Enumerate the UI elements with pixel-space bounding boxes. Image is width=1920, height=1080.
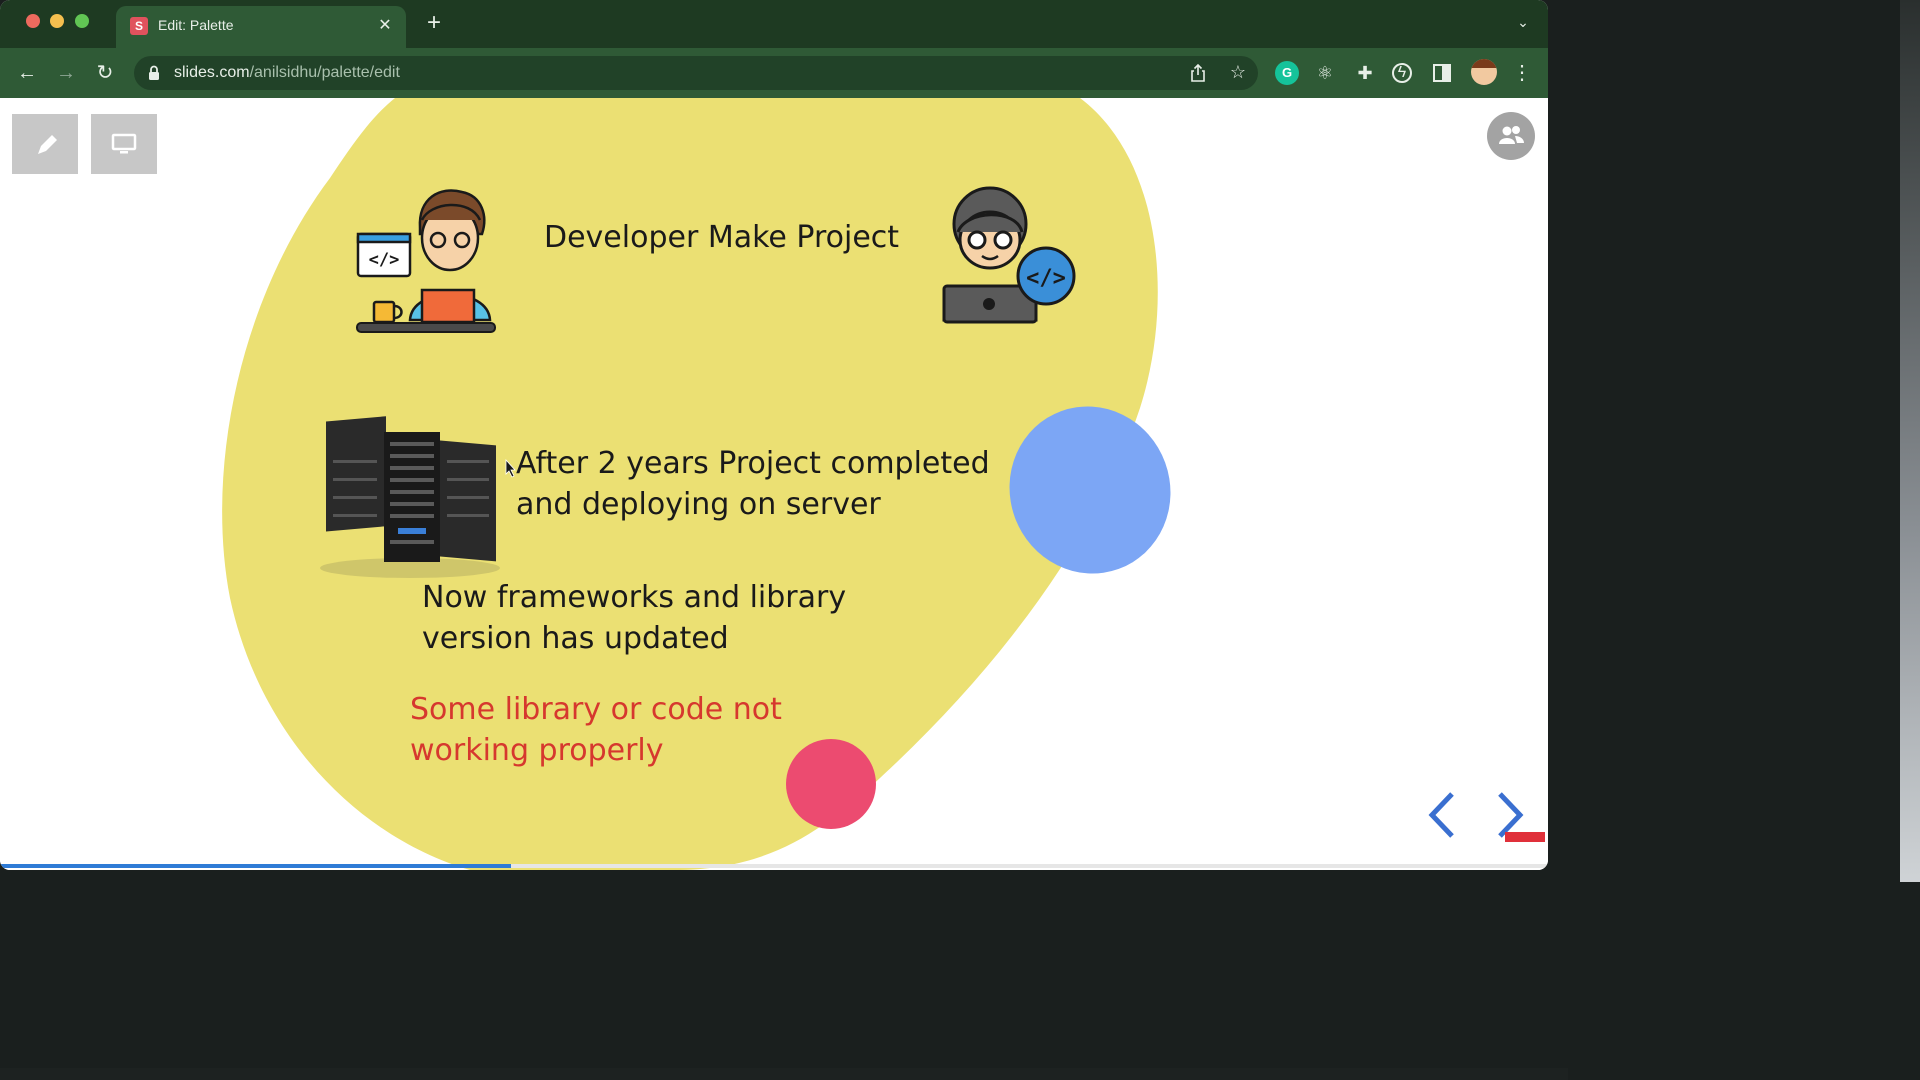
desktop-dock-edge (0, 1068, 1568, 1080)
browser-toolbar: ← → ↻ slides.com/anilsidhu/palette/edit … (0, 48, 1548, 98)
updated-text-line-1: Now frameworks and library (422, 580, 847, 615)
svg-text:</>: </> (1026, 266, 1066, 291)
desktop-background (1900, 0, 1920, 882)
edit-mode-button[interactable] (12, 114, 78, 174)
url-domain: slides.com (174, 64, 250, 81)
browser-tab[interactable]: S Edit: Palette ✕ (116, 6, 406, 48)
slide-progress-fill (0, 864, 511, 868)
forward-button[interactable]: → (53, 60, 79, 86)
url-path: /anilsidhu/palette/edit (249, 64, 400, 81)
deploy-text-line-2: and deploying on server (516, 487, 881, 522)
new-tab-button[interactable]: + (422, 11, 446, 36)
updated-text-line-2: version has updated (422, 621, 729, 656)
browser-window: S Edit: Palette ✕ + ⌄ ← → ↻ slides.com/a… (0, 0, 1548, 870)
present-mode-button[interactable] (91, 114, 157, 174)
share-icon[interactable] (1188, 63, 1208, 83)
previous-slide-arrow-icon[interactable] (1424, 790, 1460, 840)
slides-editor-canvas: </> </> Developer Make Project After 2 y… (0, 98, 1548, 870)
slide-heading: Developer Make Project (544, 220, 900, 255)
tab-close-icon[interactable]: ✕ (374, 15, 396, 37)
tab-search-chevron-icon[interactable]: ⌄ (1514, 14, 1532, 32)
svg-text:</>: </> (369, 250, 400, 270)
url-text: slides.com/anilsidhu/palette/edit (174, 64, 400, 82)
browser-menu-icon[interactable]: ⋮ (1512, 61, 1532, 85)
tab-strip: S Edit: Palette ✕ + ⌄ (0, 0, 1548, 48)
profile-avatar[interactable] (1471, 59, 1497, 85)
lock-icon (149, 65, 159, 80)
collaborators-button[interactable] (1487, 112, 1535, 160)
tab-favicon-icon: S (130, 17, 148, 35)
pencil-icon (38, 135, 57, 154)
deploy-text-line-1: After 2 years Project completed (516, 446, 990, 481)
slide-progress-bar (0, 864, 1548, 868)
grammarly-extension-icon[interactable]: G (1275, 61, 1299, 85)
react-devtools-extension-icon[interactable]: ⚛ (1313, 61, 1337, 85)
pink-circle-shape (786, 739, 876, 829)
address-bar[interactable]: slides.com/anilsidhu/palette/edit ☆ (134, 56, 1258, 90)
side-panel-icon[interactable] (1433, 64, 1451, 82)
warning-text-line-2: working properly (410, 733, 664, 768)
bookmark-star-icon[interactable]: ☆ (1230, 62, 1246, 83)
window-close-button[interactable] (26, 14, 40, 28)
warning-text-line-1: Some library or code not (410, 692, 782, 727)
window-maximize-button[interactable] (75, 14, 89, 28)
bolt-extension-icon[interactable]: ϟ (1392, 63, 1412, 83)
reload-button[interactable]: ↻ (92, 60, 118, 86)
monitor-icon (111, 133, 137, 154)
subscribe-badge (1505, 832, 1545, 842)
extensions-puzzle-icon[interactable]: ✚ (1353, 61, 1377, 85)
users-icon (1499, 126, 1524, 144)
slide-graphics: </> </> (222, 98, 1171, 870)
back-button[interactable]: ← (14, 60, 40, 86)
window-minimize-button[interactable] (50, 14, 64, 28)
tab-title: Edit: Palette (158, 17, 234, 33)
